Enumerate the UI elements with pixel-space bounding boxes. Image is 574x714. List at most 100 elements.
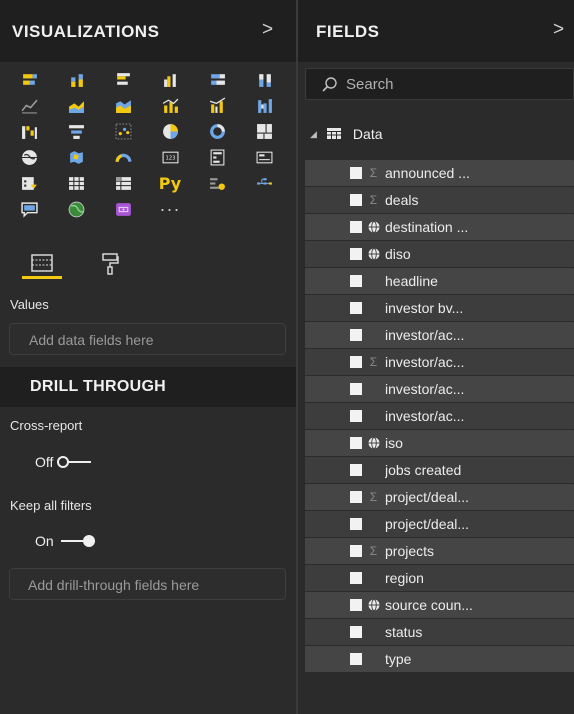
field-item[interactable]: headline <box>305 268 574 295</box>
more-visuals-icon[interactable]: ··· <box>150 196 190 222</box>
field-item[interactable]: source coun... <box>305 592 574 619</box>
field-name: diso <box>385 246 411 262</box>
custom-visual-icon[interactable] <box>103 196 143 222</box>
decomposition-tree-icon[interactable] <box>244 170 284 196</box>
field-item[interactable]: type <box>305 646 574 673</box>
field-name: investor/ac... <box>385 381 465 397</box>
fields-header: FIELDS > <box>298 0 574 62</box>
qa-icon[interactable] <box>9 196 49 222</box>
field-checkbox[interactable] <box>350 194 362 206</box>
stacked-column-chart-icon[interactable] <box>56 66 96 92</box>
values-label: Values <box>10 297 49 312</box>
field-item[interactable]: jobs created <box>305 457 574 484</box>
clustered-column-chart-icon[interactable] <box>150 66 190 92</box>
stacked-bar-chart-icon[interactable] <box>9 66 49 92</box>
map-icon[interactable] <box>9 144 49 170</box>
pie-chart-icon[interactable] <box>150 118 190 144</box>
expand-caret-icon[interactable]: ◢ <box>310 129 317 140</box>
cross-report-state: Off <box>35 454 54 470</box>
slicer-icon[interactable] <box>9 170 49 196</box>
toggle-on-icon <box>60 535 95 547</box>
field-checkbox[interactable] <box>350 572 362 584</box>
field-checkbox[interactable] <box>350 356 362 368</box>
field-item[interactable]: destination ... <box>305 214 574 241</box>
fields-tool-icon[interactable] <box>22 249 62 279</box>
field-item[interactable]: investor/ac... <box>305 322 574 349</box>
matrix-icon[interactable] <box>103 170 143 196</box>
field-name: project/deal... <box>385 489 470 505</box>
stacked-area-chart-icon[interactable] <box>103 92 143 118</box>
field-name: region <box>385 570 424 586</box>
filled-map-icon[interactable] <box>56 144 96 170</box>
field-item[interactable]: investor/ac... <box>305 376 574 403</box>
field-checkbox[interactable] <box>350 329 362 341</box>
field-item[interactable]: project/deal... <box>305 511 574 538</box>
field-checkbox[interactable] <box>350 302 362 314</box>
field-checkbox[interactable] <box>350 410 362 422</box>
search-input[interactable]: Search <box>305 68 574 100</box>
100-stacked-column-chart-icon[interactable] <box>244 66 284 92</box>
table-data[interactable]: ◢ Data <box>310 126 383 142</box>
cross-report-toggle[interactable]: Off <box>35 454 92 470</box>
line-chart-icon[interactable] <box>9 92 49 118</box>
waterfall-chart-icon[interactable] <box>9 118 49 144</box>
field-item[interactable]: Σannounced ... <box>305 160 574 187</box>
keep-all-filters-label: Keep all filters <box>10 498 92 513</box>
collapse-fields-chevron-icon[interactable]: > <box>553 19 564 41</box>
line-and-stacked-column-chart-icon[interactable] <box>150 92 190 118</box>
field-name: deals <box>385 192 419 208</box>
field-item[interactable]: status <box>305 619 574 646</box>
treemap-icon[interactable] <box>244 118 284 144</box>
python-visual-icon[interactable]: Py <box>150 170 190 196</box>
key-influencers-icon[interactable] <box>197 170 237 196</box>
field-checkbox[interactable] <box>350 653 362 665</box>
collapse-visualizations-chevron-icon[interactable]: > <box>262 19 273 41</box>
field-checkbox[interactable] <box>350 491 362 503</box>
search-icon <box>322 76 337 92</box>
field-item[interactable]: region <box>305 565 574 592</box>
field-name: source coun... <box>385 597 473 613</box>
field-checkbox[interactable] <box>350 275 362 287</box>
donut-chart-icon[interactable] <box>197 118 237 144</box>
field-item[interactable]: diso <box>305 241 574 268</box>
keep-all-filters-toggle[interactable]: On <box>35 533 95 549</box>
field-item[interactable]: Σprojects <box>305 538 574 565</box>
drill-through-title: DRILL THROUGH <box>30 378 167 395</box>
values-drop-well[interactable]: Add data fields here <box>9 323 286 355</box>
format-paint-roller-icon[interactable] <box>90 249 130 279</box>
field-checkbox[interactable] <box>350 221 362 233</box>
field-item[interactable]: Σinvestor/ac... <box>305 349 574 376</box>
field-item[interactable]: Σproject/deal... <box>305 484 574 511</box>
scatter-chart-icon[interactable] <box>103 118 143 144</box>
area-chart-icon[interactable] <box>56 92 96 118</box>
field-checkbox[interactable] <box>350 545 362 557</box>
table-icon[interactable] <box>56 170 96 196</box>
field-item[interactable]: Σdeals <box>305 187 574 214</box>
drill-through-header: DRILL THROUGH <box>0 367 296 407</box>
sigma-icon: Σ <box>369 193 378 207</box>
multi-row-card-icon[interactable] <box>197 144 237 170</box>
field-checkbox[interactable] <box>350 383 362 395</box>
100-stacked-bar-chart-icon[interactable] <box>197 66 237 92</box>
field-checkbox[interactable] <box>350 248 362 260</box>
clustered-bar-chart-icon[interactable] <box>103 66 143 92</box>
kpi-icon[interactable] <box>244 144 284 170</box>
sigma-icon: Σ <box>369 544 378 558</box>
arcgis-map-icon[interactable] <box>56 196 96 222</box>
field-checkbox[interactable] <box>350 599 362 611</box>
ribbon-chart-icon[interactable] <box>244 92 284 118</box>
line-and-clustered-column-chart-icon[interactable] <box>197 92 237 118</box>
field-checkbox[interactable] <box>350 626 362 638</box>
field-item[interactable]: investor bv... <box>305 295 574 322</box>
field-item[interactable]: investor/ac... <box>305 403 574 430</box>
field-item[interactable]: iso <box>305 430 574 457</box>
field-checkbox[interactable] <box>350 167 362 179</box>
card-icon[interactable]: 123 <box>150 144 190 170</box>
drill-through-drop-well[interactable]: Add drill-through fields here <box>9 568 286 600</box>
funnel-chart-icon[interactable] <box>56 118 96 144</box>
field-checkbox[interactable] <box>350 437 362 449</box>
keep-all-filters-state: On <box>35 533 54 549</box>
gauge-icon[interactable] <box>103 144 143 170</box>
field-checkbox[interactable] <box>350 464 362 476</box>
field-checkbox[interactable] <box>350 518 362 530</box>
